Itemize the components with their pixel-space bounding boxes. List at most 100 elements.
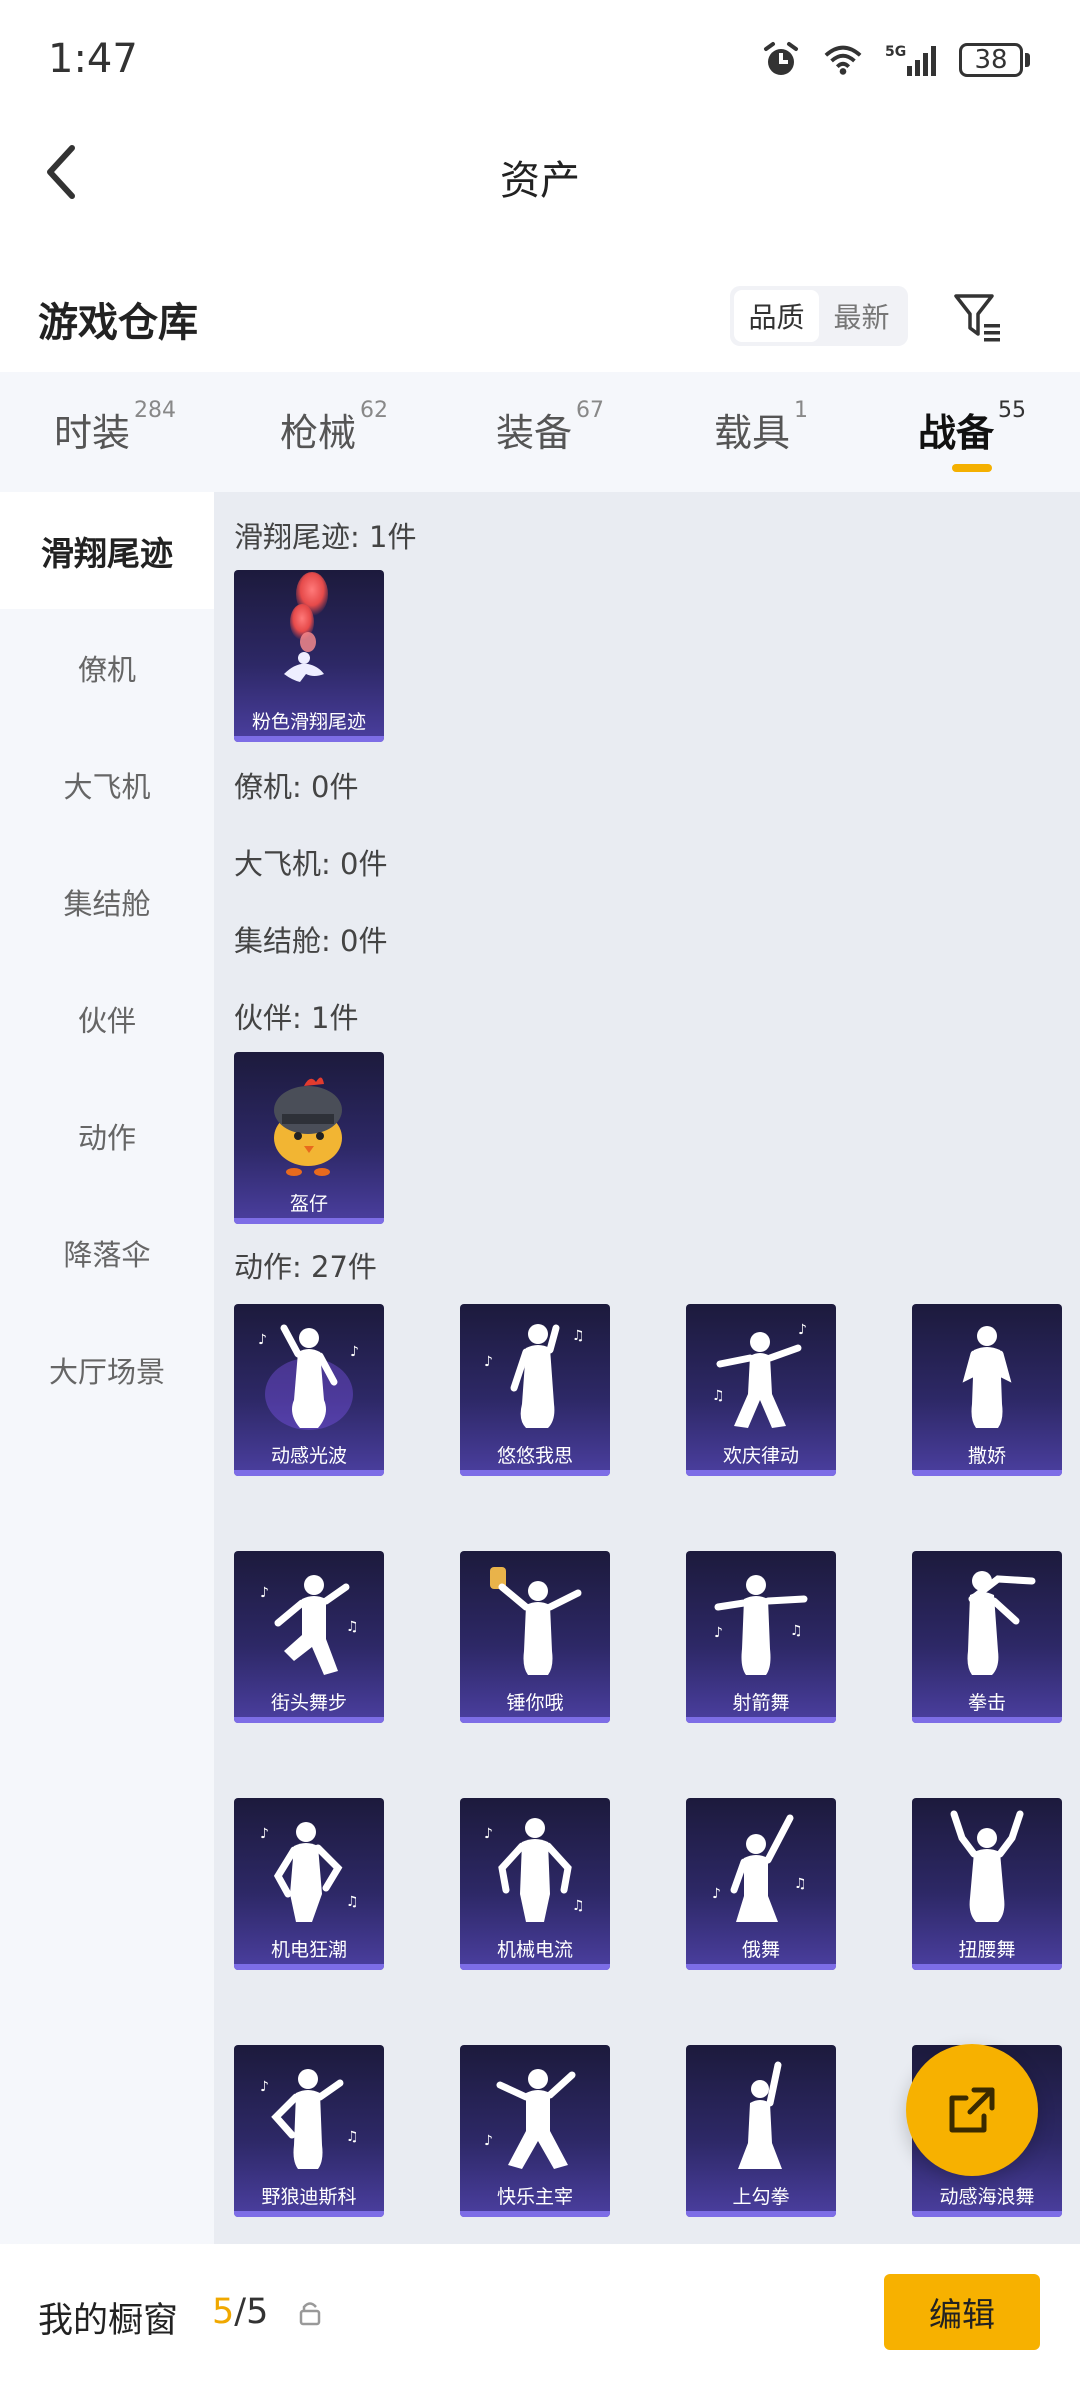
item-name: 机电狂潮 bbox=[270, 1939, 347, 1961]
emote-figure-image: ♪♫ bbox=[712, 1814, 807, 1922]
svg-text:♫: ♫ bbox=[790, 1623, 803, 1639]
item-card[interactable]: ♪ ♪ 动感光波 bbox=[234, 1304, 384, 1476]
item-name: 欢庆律动 bbox=[722, 1445, 799, 1467]
item-card[interactable]: 盔仔 bbox=[234, 1052, 384, 1224]
item-name: 快乐主宰 bbox=[496, 2186, 573, 2208]
filter-button[interactable] bbox=[946, 284, 1010, 348]
section-head: 游戏仓库 品质 最新 bbox=[0, 270, 1080, 370]
status-icons: 5G 38 bbox=[761, 40, 1030, 80]
item-card[interactable]: 撒娇 bbox=[912, 1304, 1062, 1476]
emote-figure-image: ♪♫ bbox=[260, 1822, 359, 1922]
showcase-label: 我的橱窗 bbox=[38, 2301, 179, 2341]
item-name: 盔仔 bbox=[289, 1193, 328, 1215]
item-name: 机械电流 bbox=[496, 1939, 573, 1961]
item-card[interactable]: ♪ ♫ 俄舞 bbox=[686, 1798, 836, 1970]
item-card[interactable]: ♪ ♫ 射箭舞 bbox=[686, 1551, 836, 1723]
edit-button[interactable]: 编辑 bbox=[884, 2274, 1040, 2350]
tab-indicator bbox=[952, 464, 992, 472]
item-card[interactable]: 粉色滑翔尾迹 bbox=[234, 570, 384, 742]
item-name: 野狼迪斯科 bbox=[261, 2186, 357, 2208]
sidebar-item-wingman[interactable]: 僚机 bbox=[0, 609, 214, 726]
svg-text:♫: ♫ bbox=[794, 1876, 807, 1892]
item-name: 动感海浪舞 bbox=[939, 2186, 1035, 2208]
bottom-bar: 我的橱窗 5/5 编辑 bbox=[0, 2244, 1080, 2381]
svg-text:♫: ♫ bbox=[346, 1894, 359, 1910]
svg-text:♫: ♫ bbox=[346, 2129, 359, 2145]
share-fab[interactable] bbox=[906, 2044, 1038, 2176]
alarm-icon bbox=[761, 40, 801, 80]
emote-figure-image: ♪♫ bbox=[484, 1324, 585, 1428]
svg-text:♫: ♫ bbox=[712, 1388, 725, 1404]
item-card[interactable]: ♪ ♫ 悠悠我思 bbox=[460, 1304, 610, 1476]
item-name: 撒娇 bbox=[967, 1445, 1006, 1467]
sort-toggle: 品质 最新 bbox=[730, 286, 908, 346]
svg-text:♫: ♫ bbox=[572, 1328, 585, 1344]
sort-quality-button[interactable]: 品质 bbox=[734, 290, 819, 342]
tab-equipment[interactable]: 装备67 bbox=[496, 398, 604, 457]
item-card[interactable]: 拳击 bbox=[912, 1551, 1062, 1723]
item-card[interactable]: 锤你哦 bbox=[460, 1551, 610, 1723]
item-card[interactable]: ♪ ♫ 机电狂潮 bbox=[234, 1798, 384, 1970]
svg-text:♫: ♫ bbox=[572, 1898, 585, 1914]
emote-figure-image bbox=[738, 2061, 782, 2169]
category-tabs: 时装284 枪械62 装备67 载具1 战备55 bbox=[0, 372, 1080, 492]
item-card[interactable]: ♪ ♫ 欢庆律动 bbox=[686, 1304, 836, 1476]
svg-text:♪: ♪ bbox=[350, 1344, 359, 1360]
item-card[interactable]: ♪ ♫ 街头舞步 bbox=[234, 1551, 384, 1723]
item-name: 扭腰舞 bbox=[958, 1939, 1016, 1961]
sidebar-item-parachute[interactable]: 降落伞 bbox=[0, 1194, 214, 1311]
wifi-icon bbox=[823, 40, 863, 80]
emote-figure-image: ♪♫ bbox=[712, 1322, 807, 1428]
item-name: 悠悠我思 bbox=[496, 1445, 573, 1467]
svg-text:♫: ♫ bbox=[346, 1619, 359, 1635]
sort-newest-button[interactable]: 最新 bbox=[819, 290, 904, 342]
sidebar-item-pod[interactable]: 集结舱 bbox=[0, 843, 214, 960]
showcase-count: 5/5 bbox=[212, 2292, 269, 2332]
svg-text:♪: ♪ bbox=[260, 1585, 269, 1601]
signal-5g-icon: 5G bbox=[885, 40, 937, 80]
item-card[interactable]: ♪ 快乐主宰 bbox=[460, 2045, 610, 2217]
section-title: 游戏仓库 bbox=[38, 300, 198, 346]
tab-supplies[interactable]: 战备55 bbox=[918, 398, 1026, 457]
tab-vehicles[interactable]: 载具1 bbox=[714, 398, 808, 457]
external-link-icon bbox=[949, 2087, 995, 2133]
sidebar-item-partner[interactable]: 伙伴 bbox=[0, 960, 214, 1077]
item-card[interactable]: ♪ ♫ 机械电流 bbox=[460, 1798, 610, 1970]
tab-fashion[interactable]: 时装284 bbox=[54, 398, 176, 457]
status-time: 1:47 bbox=[48, 36, 138, 82]
group-label-pod: 集结舱: 0件 bbox=[234, 924, 388, 958]
emote-figure-image bbox=[950, 1810, 1024, 1922]
item-name: 街头舞步 bbox=[270, 1692, 347, 1714]
emote-figure-image: ♪ bbox=[484, 2069, 576, 2169]
tab-firearms[interactable]: 枪械62 bbox=[280, 398, 388, 457]
emote-figure-image: ♪♪ bbox=[258, 1324, 359, 1430]
item-card[interactable]: 上勾拳 bbox=[686, 2045, 836, 2217]
group-label-partner: 伙伴: 1件 bbox=[234, 1001, 359, 1035]
battery-level: 38 bbox=[959, 43, 1023, 77]
sidebar-item-glide-trail[interactable]: 滑翔尾迹 bbox=[0, 492, 214, 609]
page-title: 资产 bbox=[500, 158, 580, 204]
sidebar-item-lobby-scene[interactable]: 大厅场景 bbox=[0, 1311, 214, 1428]
item-card[interactable]: 扭腰舞 bbox=[912, 1798, 1062, 1970]
item-name: 锤你哦 bbox=[506, 1692, 564, 1714]
svg-text:♪: ♪ bbox=[712, 1886, 721, 1902]
item-card[interactable]: ♪ ♫ 野狼迪斯科 bbox=[234, 2045, 384, 2217]
group-label-plane: 大飞机: 0件 bbox=[234, 847, 388, 881]
filter-icon bbox=[954, 294, 1000, 342]
group-label-wingman: 僚机: 0件 bbox=[234, 770, 359, 804]
svg-text:♪: ♪ bbox=[484, 2133, 493, 2149]
group-label-trail: 滑翔尾迹: 1件 bbox=[234, 520, 417, 554]
sidebar-item-plane[interactable]: 大飞机 bbox=[0, 726, 214, 843]
svg-text:♪: ♪ bbox=[260, 2079, 269, 2095]
emote-figure-image: ♪♫ bbox=[260, 1575, 359, 1675]
group-label-emote: 动作: 27件 bbox=[234, 1250, 377, 1284]
item-name: 上勾拳 bbox=[732, 2186, 790, 2208]
battery-icon: 38 bbox=[959, 43, 1030, 77]
svg-text:♪: ♪ bbox=[260, 1826, 269, 1842]
svg-text:♪: ♪ bbox=[484, 1354, 493, 1370]
partner-chick-image bbox=[274, 1077, 342, 1176]
status-bar: 1:47 5G 38 bbox=[0, 0, 1080, 120]
sidebar: 滑翔尾迹 僚机 大飞机 集结舱 伙伴 动作 降落伞 大厅场景 bbox=[0, 492, 214, 2244]
emote-figure-image: ♪♫ bbox=[484, 1818, 585, 1922]
sidebar-item-emote[interactable]: 动作 bbox=[0, 1077, 214, 1194]
